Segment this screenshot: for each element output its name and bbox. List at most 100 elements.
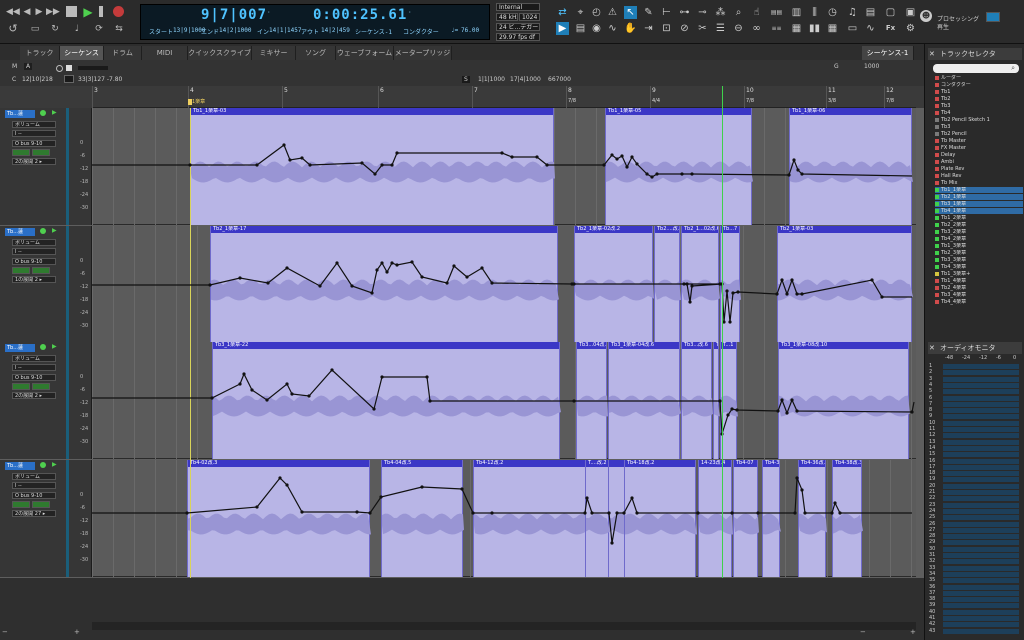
select-tool-icon[interactable]: ⊡ (660, 22, 673, 35)
audio-clip[interactable]: Tb4-18改.2 (624, 460, 697, 577)
clip-title[interactable]: Tb4-02改.3 (188, 460, 369, 467)
snap-start[interactable]: 1|1|1000 (478, 76, 505, 83)
tab-waveform[interactable]: ウェーブフォーム (336, 46, 394, 60)
trim-tool-icon[interactable]: ⇥ (642, 22, 655, 35)
clip-title[interactable]: Tb2_1楽章-02改.2 (575, 226, 652, 233)
pointer-icon[interactable]: ☝ (750, 6, 763, 19)
play-button[interactable]: ▶ (83, 6, 93, 18)
chunk-icon[interactable]: ▦ (790, 22, 803, 35)
audio-clip[interactable]: Tb4-04改.5 (381, 460, 464, 577)
clip-title[interactable]: Tb2....改.4 (655, 226, 679, 233)
hand-tool-icon[interactable]: ✋ (624, 22, 637, 35)
audio-clip[interactable]: Tb4-36改.3 (798, 460, 827, 577)
record-enable-icon[interactable] (40, 110, 46, 116)
clip-title[interactable]: Tb4-36改.3 (799, 460, 825, 467)
audio-clip[interactable]: Tb...7 (720, 226, 741, 343)
clip-title[interactable]: Tb3_1楽章-04改.6 (609, 342, 679, 349)
notes-icon[interactable]: ♫ (846, 6, 859, 19)
wave-tool-icon[interactable]: ∿ (606, 22, 619, 35)
volume-select[interactable]: ボリューム (12, 473, 56, 480)
audio-clip[interactable]: Tb3_1楽章-08改.10 (778, 342, 910, 459)
metronome-icon[interactable]: ♩ (72, 24, 82, 34)
track-selector-item[interactable]: Tb4_2楽章 (935, 236, 1023, 242)
eye-icon[interactable]: ◉ (590, 22, 603, 35)
snap-mid[interactable]: 17|4|1000 (510, 76, 541, 83)
mixer-view-icon[interactable]: ▤ (864, 6, 877, 19)
clock-icon[interactable]: ◷ (826, 6, 839, 19)
end-value[interactable]: 14|2|1000 (219, 27, 252, 34)
clip-title[interactable]: Tb4-07 (734, 460, 757, 467)
enable-toggle[interactable] (12, 267, 30, 274)
play-enable-icon[interactable]: ▶ (52, 461, 57, 468)
volume-select[interactable]: ボリューム (12, 239, 56, 246)
keyboard-icon[interactable]: ▭ (846, 22, 859, 35)
clip-title[interactable]: 14-23改.4 (699, 460, 731, 467)
solo-toggle[interactable] (32, 267, 50, 274)
track-selector-item[interactable]: Tb2 (935, 96, 1023, 102)
track-selector-item[interactable]: Tb2_4楽章 (935, 285, 1023, 291)
group-select[interactable]: 1の展開 2 ▸ (12, 276, 56, 283)
record-enable-icon[interactable] (40, 344, 46, 350)
audio-clip[interactable]: Tb1_1楽章-05 (605, 108, 753, 225)
countoff-icon[interactable]: ⟳ (94, 24, 104, 34)
track-selector-item[interactable]: ルーダー (935, 75, 1023, 81)
grid-view-icon[interactable]: ▦ (826, 22, 839, 35)
timecode-counter[interactable]: 0:00:25.61 (313, 7, 407, 23)
track-selector-item[interactable]: Tb1_3楽章+ (935, 271, 1023, 277)
track-selector-item[interactable]: Tb3_4楽章 (935, 292, 1023, 298)
bars-beats-counter[interactable]: 9|7|007 (201, 7, 267, 23)
waveform-view-icon[interactable]: ∿ (864, 22, 877, 35)
range-tool-icon[interactable]: ⊢ (660, 6, 673, 19)
insert-select[interactable]: I -- (12, 130, 56, 137)
mixer-icon[interactable]: ☰ (714, 22, 727, 35)
play-enable-icon[interactable]: ▶ (52, 109, 57, 116)
track-selector-item[interactable]: Tb1_1楽章 (935, 187, 1023, 193)
clip-title[interactable]: Tb4-18改.2 (625, 460, 695, 467)
pause-button[interactable] (99, 6, 103, 17)
insert-select[interactable]: I -- (12, 248, 56, 255)
audio-clip[interactable]: Tb3_1楽章-04 (713, 342, 720, 459)
track-selector-item[interactable]: Plate Rev (935, 166, 1023, 172)
track-selector-item[interactable]: Tb4_3楽章 (935, 264, 1023, 270)
audio-clip[interactable]: Tb2_1楽章-17 (210, 226, 559, 343)
stop-button[interactable] (66, 6, 77, 17)
track-selector-item[interactable]: Tb1_2楽章 (935, 215, 1023, 221)
snap-end[interactable]: 667000 (548, 76, 571, 83)
audio-clip[interactable]: 14-23改.4 (698, 460, 733, 577)
out-value[interactable]: 14|2|459 (321, 27, 350, 34)
zoom-slider[interactable] (78, 66, 108, 70)
snap-icon[interactable]: ⌖ (574, 6, 587, 19)
list-view-icon[interactable]: ≡≡ (770, 22, 783, 35)
output-select[interactable]: O bus 9-10 (12, 140, 56, 147)
track-selector-item[interactable]: FX Master (935, 145, 1023, 151)
zoom-in-button[interactable]: + (74, 628, 84, 636)
track-selector-item[interactable]: Tb2_2楽章 (935, 222, 1023, 228)
track-selector-item[interactable]: Tb1_4楽章 (935, 278, 1023, 284)
edit-icon[interactable]: ▥ (790, 6, 803, 19)
next-icon[interactable]: ▶ (34, 7, 44, 17)
link-icon[interactable]: ∞ (750, 22, 763, 35)
audio-clip[interactable]: Tb4-38改.3 (832, 460, 863, 577)
clip-title[interactable]: Tb...7 (721, 226, 739, 233)
group-select[interactable]: 2の展開 2 ▸ (12, 392, 56, 399)
rewind-icon[interactable]: ◀◀ (6, 7, 20, 17)
track-header[interactable]: Tb...蓮 ボリューム I -- O bus 9-10 2の展開 2 ▸ ▶ 0 -6 -12… (0, 342, 92, 459)
audio-clip[interactable]: Tb3_1楽章-22 (212, 342, 561, 459)
track-selector-item[interactable]: Tb4_4楽章 (935, 299, 1023, 305)
ruler-marker[interactable]: 1楽章 (192, 98, 205, 105)
audio-clip[interactable]: Tb4-37 (762, 460, 781, 577)
track-selector-item[interactable]: Tb3_3楽章 (935, 257, 1023, 263)
play-enable-icon[interactable]: ▶ (52, 227, 57, 234)
track-selector-item[interactable]: Hall Rev (935, 173, 1023, 179)
output-select[interactable]: O bus 9-10 (12, 492, 56, 499)
group-select[interactable]: 2の展開 2 ▸ (12, 158, 56, 165)
key-tool-icon[interactable]: ⊸ (696, 6, 709, 19)
timeline-ruler[interactable]: 3456789101112137/84/47/83/87/83/84/41楽章 (92, 86, 964, 108)
punch-icon[interactable]: ▭ (30, 24, 40, 34)
zoom-out-icon[interactable]: ⊖ (732, 22, 745, 35)
enable-toggle[interactable] (12, 501, 30, 508)
track-selector-item[interactable]: Tb2_1楽章 (935, 194, 1023, 200)
audio-clip[interactable]: Tb2_1楽章-03 (777, 226, 913, 343)
volume-select[interactable]: ボリューム (12, 355, 56, 362)
enable-toggle[interactable] (12, 149, 30, 156)
